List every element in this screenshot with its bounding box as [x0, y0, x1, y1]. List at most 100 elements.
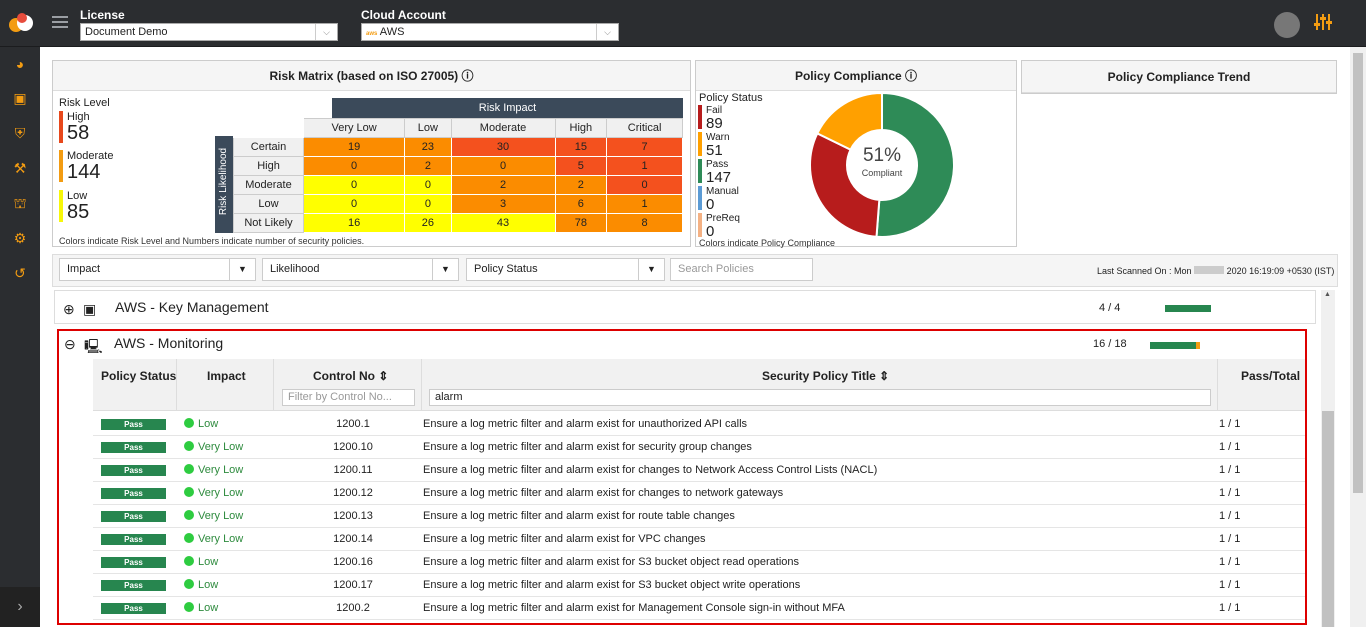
matrix-cell[interactable]: 0 [606, 175, 683, 195]
dashboard-gauge-icon[interactable]: ◕ [10, 54, 30, 74]
policy-title[interactable]: Ensure a log metric filter and alarm exi… [423, 418, 747, 430]
cloud-account-select[interactable]: aws AWS ⌵ [361, 23, 619, 41]
policy-title[interactable]: Ensure a log metric filter and alarm exi… [423, 510, 735, 522]
matrix-cell[interactable]: 3 [450, 194, 556, 214]
matrix-cell[interactable]: 16 [302, 213, 406, 233]
briefcase-icon[interactable]: ▣ [10, 88, 30, 108]
policy-title-filter-input[interactable]: alarm [429, 389, 1211, 406]
matrix-cell[interactable]: 5 [554, 156, 608, 176]
collapse-minus-icon[interactable]: ⊖ [64, 336, 76, 353]
policy-status-label: Policy Status [699, 92, 763, 104]
history-icon[interactable]: ↺ [10, 263, 30, 283]
matrix-cell[interactable]: 2 [450, 175, 556, 195]
matrix-cell[interactable]: 0 [302, 156, 406, 176]
control-no: 1200.17 [333, 579, 373, 591]
policy-title[interactable]: Ensure a log metric filter and alarm exi… [423, 602, 845, 614]
table-row[interactable]: Pass Low 1200.2 Ensure a log metric filt… [93, 597, 1305, 620]
gear-icon[interactable]: ⚙ [10, 228, 30, 248]
control-no-filter-input[interactable]: Filter by Control No... [282, 389, 415, 406]
matrix-cell[interactable]: 2 [554, 175, 608, 195]
matrix-cell[interactable]: 2 [404, 156, 452, 176]
matrix-cell[interactable]: 78 [554, 213, 608, 233]
matrix-cell[interactable]: 1 [606, 194, 683, 214]
matrix-cell[interactable]: 8 [606, 213, 683, 233]
table-row[interactable]: Pass Very Low 1200.11 Ensure a log metri… [93, 459, 1305, 482]
compliance-percent: 51% [862, 145, 902, 166]
status-badge: Pass [101, 442, 166, 453]
risk-matrix-note: Colors indicate Risk Level and Numbers i… [59, 236, 365, 246]
risk-level-value: 85 [67, 201, 90, 223]
matrix-cell[interactable]: 0 [302, 194, 406, 214]
inner-scrollbar[interactable]: ▲ [1321, 290, 1335, 627]
risk-likelihood-header: Risk Likelihood [215, 136, 233, 233]
matrix-cell[interactable]: 43 [450, 213, 556, 233]
col-policy-title[interactable]: Security Policy Title ⇕ [762, 369, 889, 383]
table-row[interactable]: Pass Low 1200.16 Ensure a log metric fil… [93, 551, 1305, 574]
avatar[interactable] [1274, 12, 1300, 38]
menu-toggle-icon[interactable] [52, 16, 68, 29]
settings-sliders-icon[interactable] [1313, 12, 1335, 34]
pass-total: 1 / 1 [1219, 510, 1241, 522]
compliance-percent-label: Compliant [861, 168, 903, 178]
group-progress-bar [1150, 342, 1200, 349]
expand-plus-icon[interactable]: ⊕ [63, 301, 75, 318]
info-icon[interactable]: ⓘ [905, 69, 917, 83]
control-no: 1200.10 [333, 441, 373, 453]
status-badge: Pass [101, 488, 166, 499]
control-no: 1200.13 [333, 510, 373, 522]
matrix-cell[interactable]: 26 [404, 213, 452, 233]
policy-title[interactable]: Ensure a log metric filter and alarm exi… [423, 441, 752, 453]
col-control-no[interactable]: Control No ⇕ [313, 369, 388, 383]
impact-text: Low [198, 418, 219, 430]
bank-icon[interactable]: ⛫ [10, 193, 30, 213]
sidebar-expand-icon[interactable]: › [0, 587, 40, 627]
matrix-cell[interactable]: 7 [606, 137, 683, 157]
matrix-cell[interactable]: 23 [404, 137, 452, 157]
policy-status-filter[interactable]: Policy Status ▼ [466, 258, 665, 281]
matrix-cell[interactable]: 0 [450, 156, 556, 176]
table-row[interactable]: Pass Low 1200.1 Ensure a log metric filt… [93, 413, 1305, 436]
table-row[interactable]: Pass Low 1200.17 Ensure a log metric fil… [93, 574, 1305, 597]
license-select[interactable]: Document Demo ⌵ [80, 23, 338, 41]
table-row[interactable]: Pass Very Low 1200.14 Ensure a log metri… [93, 528, 1305, 551]
app-logo-icon[interactable] [8, 11, 34, 35]
matrix-cell[interactable]: 6 [554, 194, 608, 214]
policy-title[interactable]: Ensure a log metric filter and alarm exi… [423, 464, 877, 476]
impact-dot-icon [184, 602, 194, 612]
col-impact: Impact [207, 369, 246, 383]
control-no: 1200.14 [333, 533, 373, 545]
pass-total: 1 / 1 [1219, 579, 1241, 591]
impact-dot-icon [184, 556, 194, 566]
matrix-cell[interactable]: 15 [554, 137, 608, 157]
risk-level-bar [59, 150, 63, 182]
table-row[interactable]: Pass Very Low 1200.13 Ensure a log metri… [93, 505, 1305, 528]
caret-down-icon: ▼ [432, 259, 458, 280]
risk-level-bar [59, 111, 63, 143]
likelihood-filter[interactable]: Likelihood ▼ [262, 258, 459, 281]
table-row[interactable]: Pass Very Low 1200.12 Ensure a log metri… [93, 482, 1305, 505]
matrix-cell[interactable]: 30 [450, 137, 556, 157]
matrix-cell[interactable]: 0 [302, 175, 406, 195]
policy-title[interactable]: Ensure a log metric filter and alarm exi… [423, 579, 800, 591]
policy-title[interactable]: Ensure a log metric filter and alarm exi… [423, 556, 799, 568]
matrix-cell[interactable]: 1 [606, 156, 683, 176]
status-value: 89 [706, 115, 723, 132]
group-key-management[interactable]: ⊕ ▣ AWS - Key Management 4 / 4 [54, 290, 1316, 324]
matrix-cell[interactable]: 0 [404, 194, 452, 214]
matrix-cell[interactable]: 19 [302, 137, 406, 157]
page-scrollbar[interactable] [1350, 47, 1366, 627]
caret-down-icon: ▼ [229, 259, 255, 280]
policy-title[interactable]: Ensure a log metric filter and alarm exi… [423, 533, 705, 545]
impact-col-header: Very Low [302, 118, 406, 138]
matrix-cell[interactable]: 0 [404, 175, 452, 195]
impact-filter[interactable]: Impact ▼ [59, 258, 256, 281]
info-icon[interactable]: ⓘ [462, 69, 474, 83]
impact-dot-icon [184, 418, 194, 428]
impact-col-header: Low [404, 118, 452, 138]
hammer-icon[interactable]: ⚒ [10, 158, 30, 178]
shield-icon[interactable]: ⛨ [10, 123, 30, 143]
policy-title[interactable]: Ensure a log metric filter and alarm exi… [423, 487, 783, 499]
table-row[interactable]: Pass Very Low 1200.10 Ensure a log metri… [93, 436, 1305, 459]
sidebar: ◕ ▣ ⛨ ⚒ ⛫ ⚙ ↺ › [0, 47, 40, 627]
search-policies-input[interactable]: Search Policies [670, 258, 813, 281]
